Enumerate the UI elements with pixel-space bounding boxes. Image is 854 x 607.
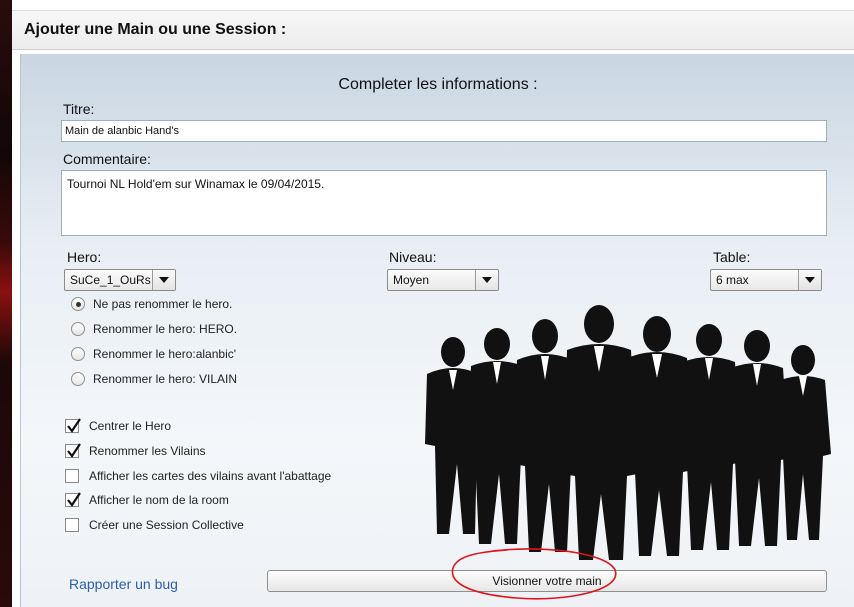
checkmark-icon [67, 443, 81, 458]
radio-button[interactable] [71, 322, 85, 336]
dialog-header: Ajouter une Main ou une Session : [12, 10, 854, 50]
table-select-value: 6 max [716, 273, 749, 287]
checkbox-label: Renommer les Vilains [89, 444, 206, 458]
add-hand-dialog: Ajouter une Main ou une Session : Comple… [12, 0, 854, 607]
checkbox[interactable] [65, 518, 79, 532]
checkmark-icon [67, 418, 81, 433]
niveau-select-value: Moyen [393, 273, 430, 287]
background-edge [0, 0, 12, 607]
niveau-label: Niveau: [389, 249, 437, 265]
section-heading: Completer les informations : [338, 76, 538, 93]
checkbox[interactable] [65, 492, 81, 507]
checkbox[interactable] [65, 443, 81, 458]
checkbox-label: Centrer le Hero [89, 419, 172, 433]
view-hand-button[interactable]: Visionner votre main [267, 570, 827, 592]
commentaire-label: Commentaire: [63, 151, 151, 167]
niveau-select[interactable]: Moyen [387, 269, 499, 291]
report-bug-link[interactable]: Rapporter un bug [69, 576, 178, 592]
businessmen-silhouette-image [425, 305, 831, 560]
radio-button[interactable] [71, 372, 85, 386]
form-panel: Completer les informations : Titre: Comm… [20, 54, 854, 607]
commentaire-textarea[interactable]: Tournoi NL Hold'em sur Winamax le 09/04/… [61, 170, 827, 236]
checkbox-label: Afficher les cartes des vilains avant l'… [89, 469, 332, 483]
checkbox[interactable] [65, 469, 79, 483]
radio-label: Renommer le hero: HERO. [93, 322, 238, 336]
titre-input[interactable] [61, 120, 827, 142]
titre-label: Titre: [63, 101, 95, 117]
radio-label: Ne pas renommer le hero. [93, 297, 233, 311]
radio-label: Renommer le hero: VILAIN [93, 372, 238, 386]
checkmark-icon [67, 492, 81, 507]
chevron-down-icon [475, 270, 498, 290]
chevron-down-icon [152, 270, 175, 290]
checkbox-label: Afficher le nom de la room [89, 493, 229, 507]
checkbox-label: Créer une Session Collective [89, 518, 244, 532]
dialog-title: Ajouter une Main ou une Session : [24, 21, 287, 38]
table-select[interactable]: 6 max [710, 269, 822, 291]
radio-button[interactable] [71, 297, 85, 311]
chevron-down-icon [798, 270, 821, 290]
hero-select-value: SuCe_1_OuRs [70, 273, 151, 287]
hero-select[interactable]: SuCe_1_OuRs [64, 269, 176, 291]
table-label: Table: [713, 249, 751, 265]
checkbox[interactable] [65, 418, 81, 433]
hero-label: Hero: [67, 249, 102, 265]
radio-label: Renommer le hero:alanbic' [93, 347, 237, 361]
radio-button[interactable] [71, 347, 85, 361]
